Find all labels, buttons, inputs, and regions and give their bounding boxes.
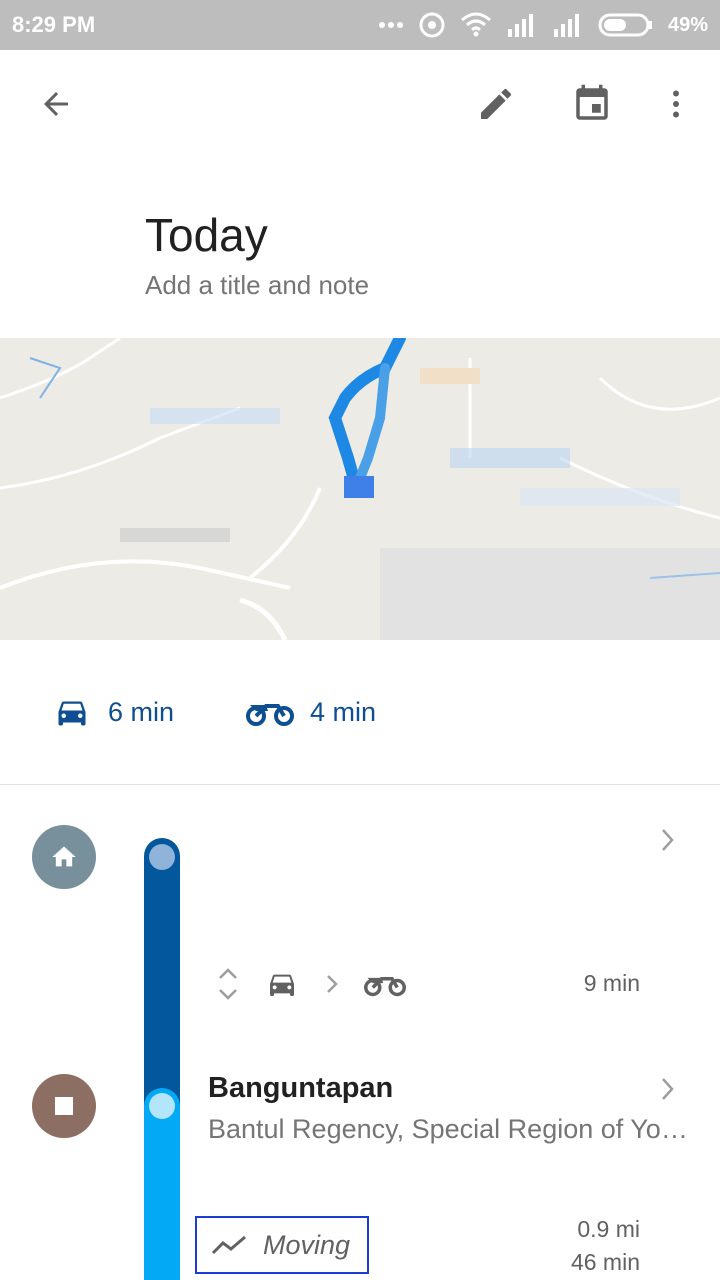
more-options-button[interactable]	[652, 80, 700, 128]
status-icons: 49%	[378, 10, 708, 40]
calendar-button[interactable]	[568, 80, 616, 128]
map-canvas	[0, 338, 720, 640]
mode-car[interactable]: 6 min	[52, 692, 174, 732]
home-place-marker[interactable]	[32, 825, 96, 889]
status-bar: 8:29 PM 49%	[0, 0, 720, 50]
timeline-current-dot	[149, 1093, 175, 1119]
segment-row[interactable]	[214, 962, 406, 1006]
activity-moving-button[interactable]: Moving	[195, 1216, 369, 1274]
mode-motorcycle-duration: 4 min	[310, 696, 377, 727]
mode-car-duration: 6 min	[108, 696, 175, 727]
activity-duration: 46 min	[570, 1249, 640, 1275]
trending-up-icon	[211, 1235, 246, 1255]
stop-place-marker[interactable]	[32, 1074, 96, 1138]
more-vert-icon	[673, 90, 679, 118]
stop-icon	[55, 1097, 73, 1115]
battery-level: 49%	[667, 13, 708, 36]
expand-collapse-icon[interactable]	[214, 966, 242, 1002]
signal-icon	[507, 14, 533, 37]
segment-car-icon	[270, 974, 294, 996]
car-icon	[58, 701, 86, 726]
segment-chevron-icon	[327, 975, 338, 993]
motorcycle-icon	[246, 704, 294, 726]
timeline-segment-past	[144, 838, 180, 1110]
calendar-icon	[576, 84, 608, 120]
place-address: Bantul Regency, Special Region of Yogyak…	[208, 1114, 692, 1144]
day-header: Today Add a title and note	[0, 160, 720, 338]
wifi-icon	[460, 12, 491, 37]
arrow-back-icon	[44, 92, 68, 116]
home-icon	[52, 846, 76, 867]
place-name[interactable]: Banguntapan	[208, 1072, 393, 1105]
activity-distance: 0.9 mi	[577, 1216, 640, 1242]
status-time: 8:29 PM	[12, 12, 96, 37]
route-map[interactable]	[0, 338, 720, 640]
activity-label: Moving	[263, 1229, 351, 1260]
home-chevron-icon[interactable]	[656, 826, 680, 854]
place-chevron-icon[interactable]	[656, 1075, 680, 1103]
page-title: Today	[145, 209, 268, 261]
pencil-icon	[481, 88, 511, 119]
timeline-start-dot	[149, 844, 175, 870]
travel-mode-summary: 6 min 4 min	[0, 640, 720, 785]
hotspot-icon	[419, 12, 445, 38]
signal-icon-2	[553, 14, 579, 37]
mode-motorcycle[interactable]: 4 min	[246, 692, 376, 732]
segment-motorcycle-icon	[364, 977, 406, 997]
back-button[interactable]	[32, 80, 80, 128]
more-notifications-icon	[378, 22, 403, 28]
app-bar	[0, 50, 720, 160]
edit-button[interactable]	[472, 80, 520, 128]
battery-icon	[598, 13, 652, 37]
segment-duration: 9 min	[583, 970, 640, 996]
add-title-note-link[interactable]: Add a title and note	[145, 270, 369, 301]
